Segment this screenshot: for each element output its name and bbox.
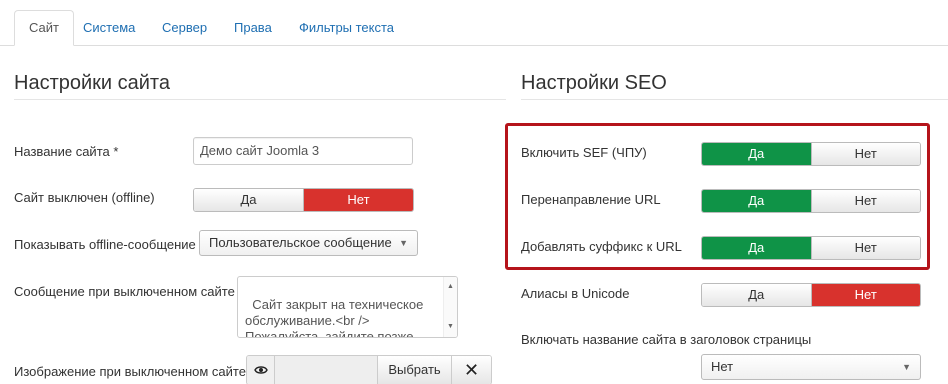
offline-text-label: Сообщение при выключенном сайте [14,284,235,299]
offline-message-select[interactable]: Пользовательское сообщение ▼ [199,230,418,256]
site-name-input[interactable]: Демо сайт Joomla 3 [193,137,413,165]
offline-no-button[interactable]: Нет [303,189,413,211]
suffix-toggle: Да Нет [701,236,921,260]
tab-text-filters[interactable]: Фильтры текста [285,11,408,47]
rewrite-label: Перенаправление URL [521,192,661,207]
scroll-up-icon[interactable]: ▲ [447,279,454,295]
site-settings-title: Настройки сайта [14,72,170,94]
clear-image-button[interactable]: ✕ [452,356,491,384]
seo-settings-divider [521,99,948,100]
offline-label: Сайт выключен (offline) [14,190,155,205]
sitename-in-title-value: Нет [711,359,734,374]
image-path-field [275,356,378,384]
suffix-yes-button[interactable]: Да [702,237,811,259]
tab-permissions[interactable]: Права [220,11,286,47]
scroll-down-icon[interactable]: ▼ [447,319,454,335]
suffix-label: Добавлять суффикс к URL [521,239,682,254]
tab-site[interactable]: Сайт [14,10,74,46]
chevron-down-icon: ▼ [902,362,911,372]
tab-system[interactable]: Система [69,11,149,47]
textarea-scrollbar[interactable]: ▲ ▼ [443,277,457,337]
offline-image-field: Выбрать ✕ [246,355,492,384]
offline-message-label: Показывать offline-сообщение [14,237,196,252]
offline-yes-button[interactable]: Да [194,189,303,211]
unicode-yes-button[interactable]: Да [702,284,811,306]
preview-button[interactable] [247,356,275,384]
offline-message-value: Пользовательское сообщение [209,235,392,250]
site-name-label: Название сайта * [14,144,119,159]
offline-text-value: Сайт закрыт на техническое обслуживание.… [245,297,424,338]
sef-no-button[interactable]: Нет [810,143,920,165]
offline-toggle: Да Нет [193,188,414,212]
eye-icon [253,366,268,374]
seo-settings-title: Настройки SEO [521,72,667,94]
sef-label: Включить SEF (ЧПУ) [521,145,647,160]
rewrite-yes-button[interactable]: Да [702,190,811,212]
select-image-button[interactable]: Выбрать [378,356,452,384]
suffix-no-button[interactable]: Нет [810,237,920,259]
sef-toggle: Да Нет [701,142,921,166]
site-settings-divider [14,99,506,100]
chevron-down-icon: ▼ [399,238,408,248]
sitename-in-title-select[interactable]: Нет ▼ [701,354,921,380]
offline-text-textarea[interactable]: Сайт закрыт на техническое обслуживание.… [237,276,458,338]
rewrite-toggle: Да Нет [701,189,921,213]
sitename-in-title-label: Включать название сайта в заголовок стра… [521,332,812,347]
rewrite-no-button[interactable]: Нет [810,190,920,212]
offline-image-label: Изображение при выключенном сайте [14,364,246,379]
close-icon: ✕ [463,359,480,380]
unicode-no-button[interactable]: Нет [810,284,920,306]
unicode-toggle: Да Нет [701,283,921,307]
sef-yes-button[interactable]: Да [702,143,811,165]
tab-server[interactable]: Сервер [148,11,221,47]
unicode-label: Алиасы в Unicode [521,286,630,301]
tab-bar: Сайт Система Сервер Права Фильтры текста [0,0,948,46]
